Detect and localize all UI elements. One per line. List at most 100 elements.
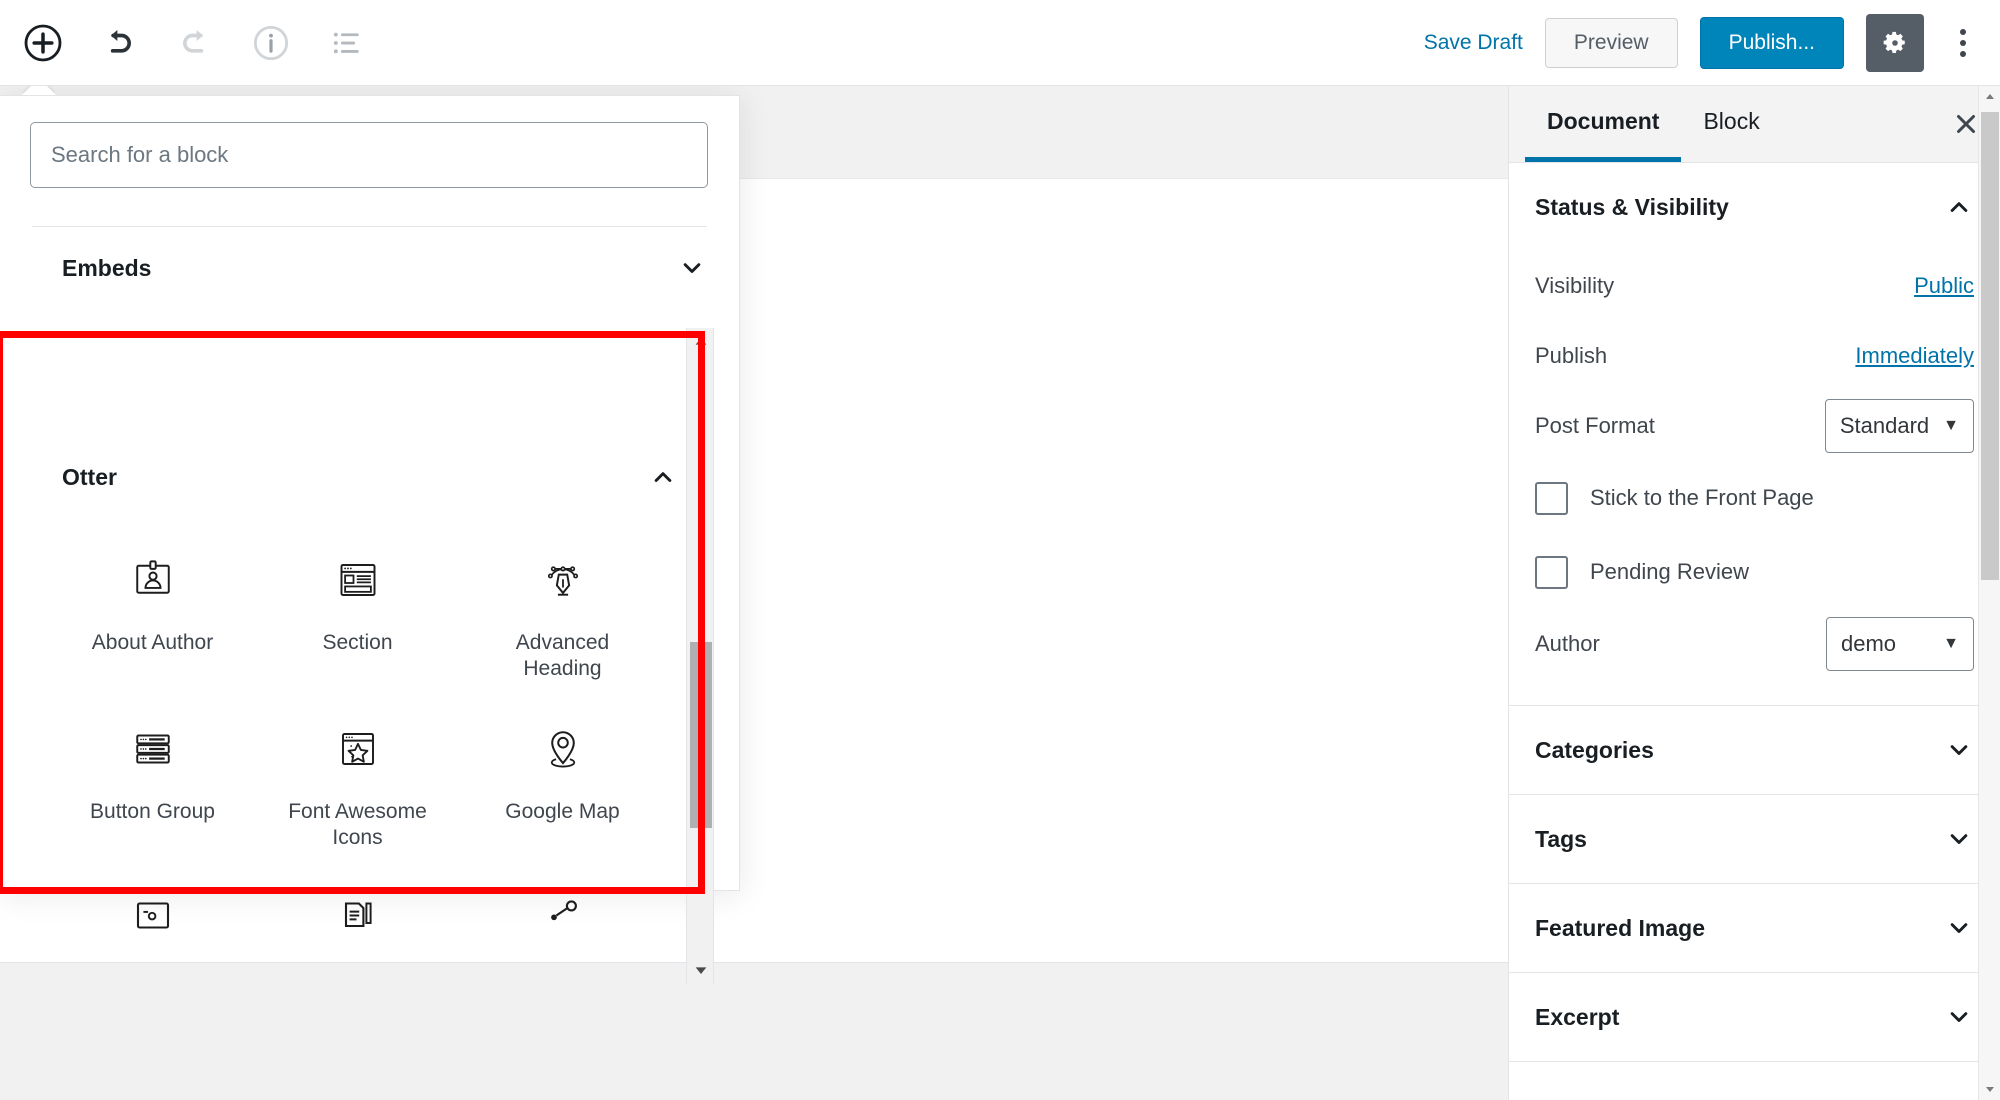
add-block-icon — [24, 24, 62, 61]
toolbar-left-group — [0, 16, 374, 70]
block-item-partial-1[interactable] — [50, 877, 255, 993]
post-format-label: Post Format — [1535, 413, 1655, 438]
document-pencil-icon — [334, 891, 382, 943]
gear-icon — [1883, 31, 1905, 53]
sharing-node-icon — [539, 891, 587, 943]
block-item-font-awesome-icons[interactable]: Font Awesome Icons — [255, 709, 460, 878]
block-item-section[interactable]: Section — [255, 540, 460, 709]
pending-review-checkbox[interactable] — [1535, 555, 1568, 589]
publish-button[interactable]: Publish... — [1699, 16, 1844, 69]
image-frame-icon — [129, 891, 177, 943]
pending-review-label: Pending Review — [1590, 559, 1749, 584]
block-item-google-map[interactable]: Google Map — [460, 709, 665, 878]
scroll-down-arrow-icon[interactable] — [1979, 1078, 2000, 1100]
block-item-advanced-heading[interactable]: Advanced Heading — [460, 540, 665, 709]
add-block-button[interactable] — [16, 16, 70, 70]
row-author: Author demo ▼ — [1535, 609, 1974, 679]
inserter-category-otter[interactable]: Otter — [0, 436, 710, 518]
sticky-checkbox[interactable] — [1535, 481, 1568, 515]
scroll-up-arrow-icon[interactable] — [1979, 86, 2000, 108]
category-title-embeds: Embeds — [62, 254, 152, 281]
block-inserter-panel: Embeds Otter — [0, 95, 740, 984]
inserter-category-otter-section: Otter About Author Section Advanced Head… — [0, 436, 710, 1046]
otter-block-grid: About Author Section Advanced Heading Bu… — [0, 518, 710, 993]
settings-button[interactable] — [1866, 13, 1924, 72]
caret-down-icon: ▼ — [1943, 635, 1959, 652]
chevron-up-icon — [1950, 202, 1968, 212]
panel-header-featured-image[interactable]: Featured Image — [1509, 884, 2000, 972]
block-item-partial-3[interactable] — [460, 877, 665, 993]
panel-title: Status & Visibility — [1535, 193, 1729, 220]
row-post-format: Post Format Standard ▼ — [1535, 391, 1974, 461]
search-input[interactable] — [30, 122, 708, 188]
panel-excerpt: Excerpt — [1509, 973, 2000, 1062]
content-info-button[interactable] — [244, 16, 298, 70]
redo-icon — [183, 29, 204, 53]
content-info-icon — [253, 25, 289, 60]
kebab-menu-icon — [1960, 39, 1966, 46]
block-label: Font Awesome Icons — [288, 799, 427, 849]
undo-button[interactable] — [92, 16, 146, 70]
kebab-menu-icon — [1960, 50, 1966, 57]
scroll-up-arrow-icon[interactable] — [687, 328, 715, 356]
save-draft-link[interactable]: Save Draft — [1424, 31, 1523, 55]
tab-document[interactable]: Document — [1525, 86, 1682, 162]
inserter-category-embeds[interactable]: Embeds — [0, 227, 739, 309]
panel-categories: Categories — [1509, 706, 2000, 795]
chevron-down-icon — [1950, 1012, 1968, 1022]
preview-button[interactable]: Preview — [1544, 17, 1678, 68]
id-badge-icon — [129, 554, 177, 606]
inserter-search-row — [0, 96, 739, 188]
panel-header-tags[interactable]: Tags — [1509, 795, 2000, 883]
panel-header-categories[interactable]: Categories — [1509, 706, 2000, 794]
panel-status-visibility: Status & Visibility Visibility Public Pu… — [1509, 163, 2000, 706]
post-format-select[interactable]: Standard ▼ — [1824, 399, 1974, 453]
chevron-down-icon — [683, 263, 701, 273]
checkbox-row-pending-review[interactable]: Pending Review — [1535, 535, 1974, 609]
chevron-down-icon — [1950, 834, 1968, 844]
scroll-down-arrow-icon[interactable] — [687, 956, 715, 984]
block-label: Section — [322, 631, 393, 654]
chevron-up-icon — [654, 472, 672, 482]
row-visibility: Visibility Public — [1535, 251, 1974, 321]
browser-star-icon — [334, 723, 382, 775]
visibility-value-link[interactable]: Public — [1914, 273, 1974, 299]
block-label: Advanced Heading — [515, 631, 610, 681]
more-options-button[interactable] — [1946, 16, 1980, 70]
sidebar-tabs: Document Block — [1509, 86, 2000, 163]
chevron-down-icon — [1950, 745, 1968, 755]
sidebar-scrollbar[interactable] — [1978, 86, 2000, 1100]
block-grid-clip: About Author Section Advanced Heading Bu… — [0, 518, 710, 1046]
block-label: About Author — [91, 631, 214, 654]
pen-tool-icon — [539, 554, 587, 606]
toolbar-right-group: Save Draft Preview Publish... — [1424, 13, 2000, 72]
row-publish: Publish Immediately — [1535, 321, 1974, 391]
editor-toolbar: Save Draft Preview Publish... — [0, 0, 2000, 86]
block-item-button-group[interactable]: Button Group — [50, 709, 255, 878]
kebab-menu-icon — [1960, 28, 1966, 35]
category-title-otter: Otter — [62, 463, 117, 490]
block-navigation-button[interactable] — [320, 16, 374, 70]
panel-title: Featured Image — [1535, 914, 1705, 941]
panel-tags: Tags — [1509, 795, 2000, 884]
layout-section-icon — [334, 554, 382, 606]
sidebar-scrollbar-thumb[interactable] — [1981, 112, 1999, 580]
settings-sidebar: Document Block Status & Visibility Visib… — [1508, 86, 2000, 1100]
publish-value-link[interactable]: Immediately — [1855, 343, 1974, 369]
tab-block[interactable]: Block — [1681, 86, 1781, 162]
block-item-about-author[interactable]: About Author — [50, 540, 255, 709]
chevron-down-icon — [1950, 923, 1968, 933]
post-format-value: Standard — [1839, 413, 1930, 438]
panel-title: Categories — [1535, 736, 1654, 763]
checkbox-row-sticky[interactable]: Stick to the Front Page — [1535, 461, 1974, 535]
block-item-partial-2[interactable] — [255, 877, 460, 993]
panel-header-excerpt[interactable]: Excerpt — [1509, 973, 2000, 1061]
author-label: Author — [1535, 631, 1600, 656]
author-select[interactable]: demo ▼ — [1826, 617, 1974, 671]
inserter-scrollbar[interactable] — [686, 328, 714, 984]
panel-header-status-visibility[interactable]: Status & Visibility — [1509, 163, 2000, 251]
redo-button[interactable] — [168, 16, 222, 70]
visibility-label: Visibility — [1535, 273, 1615, 298]
publish-label: Publish — [1535, 343, 1608, 368]
inserter-scrollbar-thumb[interactable] — [690, 642, 712, 828]
